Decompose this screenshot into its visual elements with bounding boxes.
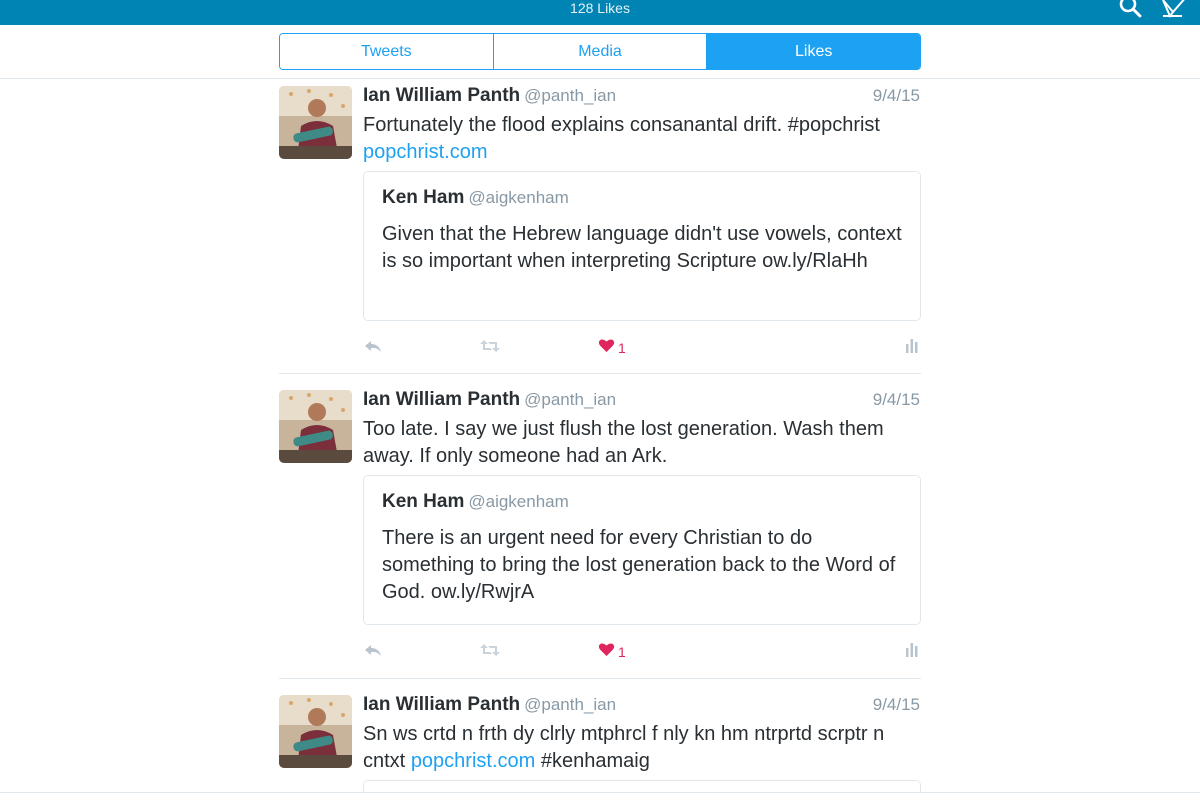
tweet-link[interactable]: popchrist.com [411, 750, 536, 772]
author-name[interactable]: Ian William Panth [363, 694, 520, 715]
tweet-link[interactable]: popchrist.com [363, 141, 488, 163]
tweet-hashtag[interactable]: #kenhamaig [541, 750, 650, 772]
tweet-body: Fortunately the flood explains consanant… [363, 114, 880, 136]
tweet-header: Ian William Panth @panth_ian 9/4/15 [363, 693, 921, 717]
search-icon[interactable] [1118, 0, 1144, 18]
quote-header: Ken Ham @aigkenham [382, 186, 569, 210]
tab-media[interactable]: Media [493, 34, 708, 69]
quoted-tweet[interactable] [363, 780, 921, 792]
quote-author-name: Ken Ham [382, 491, 465, 512]
tweet-header: Ian William Panth @panth_ian 9/4/15 [363, 388, 921, 412]
likes-count: 128 Likes [570, 0, 630, 16]
quote-author-handle: @aigkenham [468, 492, 569, 511]
quote-author-name: Ken Ham [382, 187, 465, 208]
tab-tweets[interactable]: Tweets [280, 34, 494, 69]
tweet-header: Ian William Panth @panth_ian 9/4/15 [363, 84, 921, 108]
reply-button[interactable] [363, 640, 383, 664]
like-button[interactable]: 1 [598, 640, 626, 664]
retweet-button[interactable] [479, 336, 501, 360]
like-count: 1 [618, 644, 626, 660]
avatar[interactable] [279, 390, 352, 463]
stats-icon [905, 338, 919, 359]
tweet-card[interactable]: Ian William Panth @panth_ian 9/4/15 Fortu… [279, 80, 921, 372]
top-bar: 128 Likes [0, 0, 1200, 25]
tweet-date: 9/4/15 [872, 86, 920, 105]
tweet-text: Sn ws crtd n frth dy clrly mtphrcl f nly… [363, 721, 923, 775]
divider [279, 678, 921, 679]
tweet-date: 9/4/15 [872, 695, 920, 714]
tweet-actions: 1 [363, 336, 921, 360]
retweet-icon [479, 642, 501, 663]
tweet-card[interactable]: Ian William Panth @panth_ian 9/4/15 Sn ws… [279, 689, 921, 794]
like-button[interactable]: 1 [598, 336, 626, 360]
reply-icon [363, 642, 383, 663]
quoted-tweet[interactable]: Ken Ham @aigkenham Given that the Hebrew … [363, 171, 921, 321]
like-count: 1 [618, 340, 626, 356]
tweet-text: Fortunately the flood explains consanant… [363, 112, 923, 166]
author-name[interactable]: Ian William Panth [363, 85, 520, 106]
analytics-button[interactable] [905, 336, 919, 360]
reply-icon [363, 338, 383, 359]
retweet-button[interactable] [479, 640, 501, 664]
avatar[interactable] [279, 86, 352, 159]
author-handle[interactable]: @panth_ian [524, 390, 616, 409]
retweet-icon [479, 338, 501, 359]
compose-icon[interactable] [1160, 0, 1186, 18]
quote-text: There is an urgent need for every Christ… [382, 527, 896, 603]
heart-icon [598, 338, 615, 358]
heart-icon [598, 642, 615, 662]
author-name[interactable]: Ian William Panth [363, 389, 520, 410]
quoted-tweet[interactable]: Ken Ham @aigkenham There is an urgent nee… [363, 475, 921, 625]
avatar[interactable] [279, 695, 352, 768]
tweet-date: 9/4/15 [872, 390, 920, 409]
tab-likes[interactable]: Likes [707, 34, 920, 69]
tweet-actions: 1 [363, 640, 921, 664]
quote-author-handle: @aigkenham [468, 188, 569, 207]
author-handle[interactable]: @panth_ian [524, 695, 616, 714]
quote-header: Ken Ham @aigkenham [382, 490, 569, 514]
segmented-tabs: Tweets Media Likes [279, 33, 921, 70]
tabs-bar: Tweets Media Likes [0, 25, 1200, 79]
quote-text: Given that the Hebrew language didn't us… [382, 223, 902, 272]
analytics-button[interactable] [905, 640, 919, 664]
author-handle[interactable]: @panth_ian [524, 86, 616, 105]
divider [279, 373, 921, 374]
tweet-text: Too late. I say we just flush the lost g… [363, 418, 884, 467]
tweet-card[interactable]: Ian William Panth @panth_ian 9/4/15 Too l… [279, 384, 921, 676]
reply-button[interactable] [363, 336, 383, 360]
stats-icon [905, 642, 919, 663]
bottom-divider [0, 792, 1200, 793]
